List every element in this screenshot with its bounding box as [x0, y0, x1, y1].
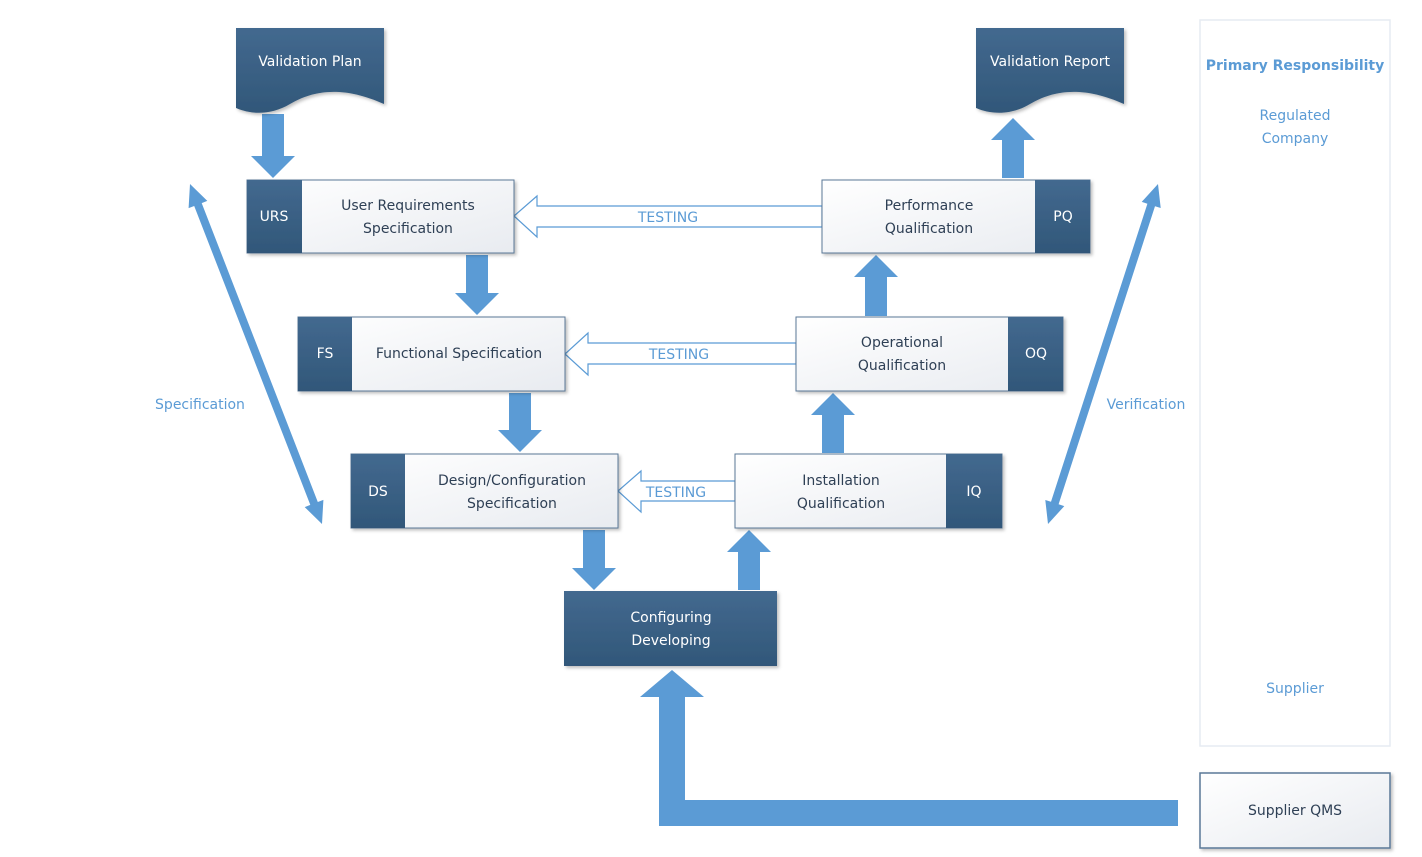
- v-model-diagram: Validation Plan Validation Report TESTIN…: [155, 19, 1391, 849]
- urs-code: URS: [260, 209, 289, 225]
- iq-title-line1: Installation: [802, 473, 880, 489]
- arrow-ds-to-configuring: [572, 530, 616, 590]
- ds-code: DS: [368, 484, 388, 500]
- pq-box: PQ Performance Qualification: [821, 179, 1091, 254]
- testing-label-2: TESTING: [648, 347, 709, 363]
- regulated-line1: Regulated: [1260, 108, 1331, 124]
- configuring-developing-box: Configuring Developing: [564, 591, 777, 666]
- responsibility-panel: Primary Responsibility Regulated Company…: [1199, 19, 1391, 747]
- oq-title-line2: Qualification: [858, 358, 946, 374]
- arrow-urs-to-fs: [455, 255, 499, 315]
- ds-title-line2: Specification: [467, 496, 557, 512]
- oq-title-line1: Operational: [861, 335, 943, 351]
- ds-box: DS Design/Configuration Specification: [350, 453, 619, 529]
- ds-title-line1: Design/Configuration: [438, 473, 586, 489]
- arrow-supplier-qms-to-configuring: [640, 670, 1178, 826]
- arrow-configuring-to-iq: [727, 530, 771, 590]
- urs-box: URS User Requirements Specification: [246, 179, 515, 254]
- testing-label-3: TESTING: [645, 485, 706, 501]
- testing-label-1: TESTING: [637, 210, 698, 226]
- configuring-line2: Developing: [631, 633, 710, 649]
- pq-title-line1: Performance: [885, 198, 974, 214]
- fs-box: FS Functional Specification: [297, 316, 566, 392]
- validation-plan-document: Validation Plan: [236, 28, 384, 113]
- iq-box: IQ Installation Qualification: [734, 453, 1003, 529]
- responsibility-title: Primary Responsibility: [1206, 58, 1385, 74]
- validation-plan-label: Validation Plan: [258, 54, 361, 70]
- arrow-pq-to-report: [991, 118, 1035, 178]
- iq-code: IQ: [966, 484, 981, 500]
- arrow-plan-to-urs: [251, 114, 295, 178]
- configuring-line1: Configuring: [630, 610, 711, 626]
- arrow-iq-to-oq: [811, 393, 855, 453]
- oq-code: OQ: [1025, 346, 1047, 362]
- specification-label: Specification: [155, 397, 245, 413]
- supplier-qms-label: Supplier QMS: [1248, 803, 1342, 819]
- urs-title-line2: Specification: [363, 221, 453, 237]
- verification-label: Verification: [1107, 397, 1186, 413]
- pq-title-line2: Qualification: [885, 221, 973, 237]
- supplier-qms-box: Supplier QMS: [1199, 772, 1391, 849]
- arrow-oq-to-pq: [854, 255, 898, 316]
- oq-box: OQ Operational Qualification: [795, 316, 1064, 392]
- arrow-fs-to-ds: [498, 393, 542, 452]
- regulated-line2: Company: [1262, 131, 1329, 147]
- validation-report-document: Validation Report: [976, 28, 1124, 113]
- validation-report-label: Validation Report: [990, 54, 1111, 70]
- fs-code: FS: [317, 346, 334, 362]
- urs-title-line1: User Requirements: [341, 198, 475, 214]
- fs-title-line1: Functional Specification: [376, 346, 542, 362]
- pq-code: PQ: [1053, 209, 1072, 225]
- iq-title-line2: Qualification: [797, 496, 885, 512]
- supplier-label: Supplier: [1266, 681, 1324, 697]
